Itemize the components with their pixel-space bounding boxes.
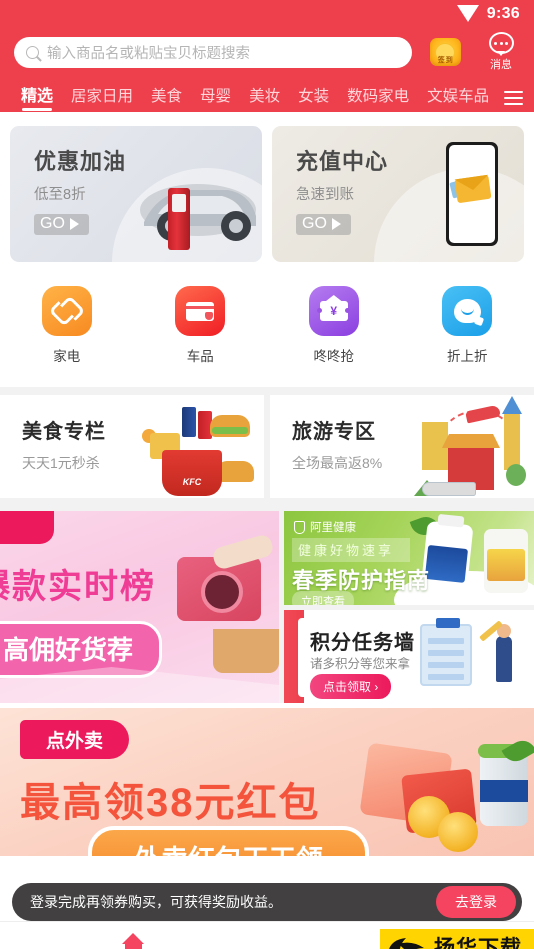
category-zheshangzhe[interactable]: 折上折: [401, 286, 534, 365]
takeout-badge: 点外卖: [20, 720, 130, 759]
checkin-button[interactable]: 签 到: [422, 38, 468, 66]
travel-illustration: [414, 404, 526, 498]
promo-hot-title: 爆款实时榜: [0, 568, 156, 606]
health-brand-label: 阿里健康: [310, 522, 356, 534]
points-cta-button[interactable]: 点击领取 ›: [310, 674, 392, 699]
drink-cup-illustration: [478, 744, 530, 826]
fuel-pump-icon: [168, 188, 190, 250]
app-header: 9:36 输入商品名或粘贴宝贝标题搜索 签 到 消息 精选 居家日用 美食 母婴…: [0, 0, 534, 112]
page-content: 优惠加油 低至8折 GO 充值中心 急速到账 GO 家电 车品 ¥ 咚咚抢 折上…: [0, 112, 534, 949]
supplement-bottle-illustration: [484, 529, 528, 593]
person-illustration: [496, 624, 512, 682]
category-chepin-label: 车品: [186, 349, 214, 364]
coupon-ticket-icon: ¥: [308, 286, 359, 336]
login-button[interactable]: 去登录: [436, 886, 516, 918]
status-bar-clock: 9:36: [486, 5, 520, 22]
banner-fuel-cta-label: GO: [40, 215, 65, 232]
banner-fuel[interactable]: 优惠加油 低至8折 GO: [10, 126, 262, 262]
category-zheshangzhe-label: 折上折: [447, 349, 488, 364]
health-cta-button[interactable]: 立即查看: [292, 591, 354, 605]
top-banner-row: 优惠加油 低至8折 GO 充值中心 急速到账 GO: [0, 112, 534, 280]
promo-right-column: 阿里健康 健康好物速享 春季防护指南 立即查看 积分任务墙 诸多积分等您来拿 点…: [284, 511, 534, 703]
tab-jujiariyong[interactable]: 居家日用: [62, 84, 142, 112]
category-shortcut-row: 家电 车品 ¥ 咚咚抢 折上折: [0, 280, 534, 387]
points-subtitle: 诸多积分等您来拿: [310, 657, 411, 671]
search-icon: [26, 45, 39, 59]
site-watermark: 扬华下载 YANGHUA.NET: [380, 929, 534, 949]
category-tab-bar: 精选 居家日用 美食 母婴 美妆 女装 数码家电 文娱车品: [0, 80, 534, 112]
tab-wenyuchepin[interactable]: 文娱车品: [418, 84, 498, 112]
takeout-title: 最高领38元红包: [20, 781, 321, 825]
search-placeholder: 输入商品名或粘贴宝贝标题搜索: [47, 45, 250, 62]
category-jiadian[interactable]: 家电: [0, 286, 134, 365]
category-dongdongqiang-label: 咚咚抢: [313, 349, 355, 364]
card-food-column[interactable]: 美食专栏 天天1元秒杀: [0, 395, 264, 498]
car-card-icon: [175, 286, 226, 336]
fastfood-illustration: [138, 403, 258, 498]
login-toast: 登录完成再领券购买，可获得奖励收益。 去登录: [12, 883, 522, 921]
play-arrow-icon: [69, 218, 79, 230]
ali-health-logo-icon: [294, 520, 305, 534]
tab-meishi[interactable]: 美食: [142, 84, 191, 112]
watermark-cn-text: 扬华下载: [434, 937, 522, 949]
home-icon: [122, 932, 145, 949]
watermark-logo-icon: [384, 934, 430, 949]
promo-row: 爆款实时榜 高佣好货荐 阿里健康 健康好物速享 春季防护指南 立即查看: [0, 506, 534, 703]
health-subtitle: 健康好物速享: [292, 538, 411, 562]
clipboard-illustration: [420, 618, 472, 686]
takeout-redpacket-banner[interactable]: 点外卖 最高领38元红包 外卖红包天天领: [0, 708, 534, 856]
login-toast-message: 登录完成再领券购买，可获得奖励收益。: [30, 894, 282, 910]
health-brand: 阿里健康: [294, 519, 356, 535]
play-arrow-icon: [331, 218, 341, 230]
status-bar: 9:36: [0, 0, 534, 28]
coin-icon: 签 到: [429, 38, 461, 66]
tab-shumajiadian[interactable]: 数码家电: [338, 84, 418, 112]
promo-health-guide[interactable]: 阿里健康 健康好物速享 春季防护指南 立即查看: [284, 511, 534, 605]
wifi-icon: [456, 5, 479, 22]
category-chepin[interactable]: 车品: [134, 286, 268, 365]
search-row: 输入商品名或粘贴宝贝标题搜索 签 到 消息: [0, 28, 534, 80]
tab-jingxuan[interactable]: 精选: [12, 82, 62, 112]
app-screen: 9:36 输入商品名或粘贴宝贝标题搜索 签 到 消息 精选 居家日用 美食 母婴…: [0, 0, 534, 949]
tab-muying[interactable]: 母婴: [191, 84, 240, 112]
search-input[interactable]: 输入商品名或粘贴宝贝标题搜索: [14, 36, 412, 68]
nav-home[interactable]: 首页: [0, 922, 267, 949]
category-dongdongqiang[interactable]: ¥ 咚咚抢: [267, 286, 401, 365]
hamburger-menu-icon[interactable]: [498, 90, 529, 112]
promo-hot-ranking[interactable]: 爆款实时榜 高佣好货荐: [0, 511, 279, 703]
smile-discount-icon: [442, 286, 493, 336]
duo-card-section: 美食专栏 天天1元秒杀 旅游专区 全场最高返8%: [0, 387, 534, 506]
tab-meizhuang[interactable]: 美妆: [240, 84, 289, 112]
promo-hot-pill[interactable]: 高佣好货荐: [0, 621, 163, 678]
car-fuel-illustration: [110, 164, 260, 250]
checkin-label: 签 到: [437, 57, 453, 64]
banner-recharge-cta[interactable]: GO: [296, 214, 351, 235]
promo-points-wall[interactable]: 积分任务墙 诸多积分等您来拿 点击领取 ›: [284, 610, 534, 703]
phone-recharge-illustration: [446, 142, 498, 246]
category-jiadian-label: 家电: [53, 349, 81, 364]
basket-illustration: [213, 629, 279, 673]
banner-recharge[interactable]: 充值中心 急速到账 GO: [272, 126, 524, 262]
promo-hot-badge: [0, 511, 54, 544]
tab-nvzhuang[interactable]: 女装: [289, 84, 338, 112]
gold-coin-icon-2: [438, 812, 478, 852]
appliance-plug-icon: [41, 286, 92, 336]
message-bubble-icon: [488, 32, 514, 56]
message-label: 消息: [490, 59, 512, 71]
banner-fuel-cta[interactable]: GO: [34, 214, 89, 235]
banner-recharge-cta-label: GO: [302, 215, 327, 232]
takeout-pill-button[interactable]: 外卖红包天天领: [88, 826, 369, 856]
message-button[interactable]: 消息: [478, 32, 524, 72]
card-travel-zone[interactable]: 旅游专区 全场最高返8%: [270, 395, 534, 498]
points-title: 积分任务墙: [310, 632, 415, 654]
